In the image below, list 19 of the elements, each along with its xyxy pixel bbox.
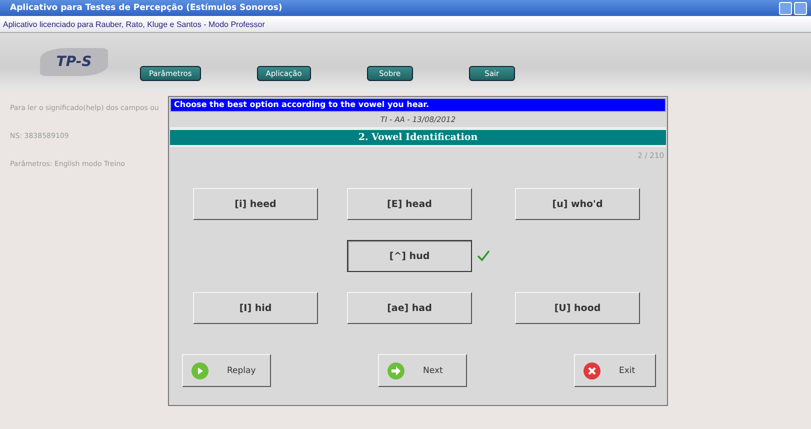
section-bar: 2. Vowel Identification bbox=[170, 130, 666, 147]
answer-button[interactable]: [E] head bbox=[347, 188, 472, 220]
action-button[interactable]: Next bbox=[378, 354, 467, 387]
answer-button[interactable]: [ae] had bbox=[347, 292, 472, 324]
window-title: Aplicativo para Testes de Percepção (Estímulos Sonoros) bbox=[10, 3, 284, 13]
play-icon bbox=[191, 362, 209, 380]
close-icon bbox=[583, 362, 601, 380]
answer-button[interactable]: [U] hood bbox=[515, 292, 640, 324]
answer-button[interactable]: [u] who'd bbox=[515, 188, 640, 220]
action-button[interactable]: Replay bbox=[182, 354, 271, 387]
action-button[interactable]: Exit bbox=[574, 354, 656, 387]
instruction-bar: Choose the best option according to the vowel you hear. bbox=[170, 98, 666, 112]
restore-button[interactable] bbox=[794, 2, 807, 14]
answer-button[interactable]: [^] hud bbox=[347, 240, 472, 272]
logo: TP-S bbox=[40, 48, 108, 76]
minimize-button[interactable] bbox=[779, 2, 792, 14]
license-text: Aplicativo licenciado para Rauber, Rato, Kluge e Santos - Modo Professor bbox=[3, 20, 265, 28]
answer-button[interactable]: [i] heed bbox=[193, 188, 318, 220]
answer-button[interactable]: [I] hid bbox=[193, 292, 318, 324]
